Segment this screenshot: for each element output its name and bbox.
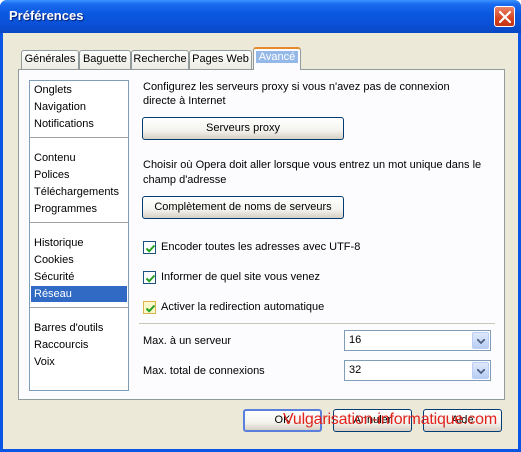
nav-item-reseau[interactable]: Réseau [31,286,127,302]
dropdown-button[interactable] [472,362,489,379]
nav-item-raccourcis[interactable]: Raccourcis [31,337,127,353]
proxy-description-line-1: Configurez les serveurs proxy si vous n'… [143,81,450,93]
nav-item-barres-outils[interactable]: Barres d'outils [31,320,127,336]
checkmark-icon [145,244,156,253]
window-title: Préférences [9,8,84,23]
checkbox-label: Activer la redirection automatique [161,301,325,313]
category-list: Onglets Navigation Notifications Contenu… [29,80,129,391]
nav-item-voix[interactable]: Voix [31,354,127,370]
max-per-server-select[interactable]: 16 [344,330,491,351]
network-settings: Configurez les serveurs proxy si vous n'… [139,70,499,399]
nav-separator [30,137,128,138]
select-value: 16 [349,334,362,346]
proxy-servers-button[interactable]: Serveurs proxy [142,117,344,140]
title-bar[interactable]: Préférences [0,0,521,33]
tab-panel: Onglets Navigation Notifications Contenu… [18,69,505,400]
chevron-down-icon [477,339,485,344]
preferences-window: Préférences Générales Baguette Recherche… [0,0,521,452]
max-total-connections-select[interactable]: 32 [344,360,491,381]
nav-item-telechargements[interactable]: Téléchargements [31,184,127,200]
nav-item-notifications[interactable]: Notifications [31,116,127,132]
tab-avance-label: Avancé [255,51,299,63]
nav-separator [30,222,128,223]
select-value: 32 [349,364,362,376]
nav-item-polices[interactable]: Polices [31,167,127,183]
checkmark-icon [145,304,156,313]
nav-separator [30,307,128,308]
watermark: Vulgarisation-informatique.com [283,411,497,428]
section-divider [139,323,495,324]
checkbox-box[interactable] [143,301,156,314]
completion-description-line-2: champ d'adresse [143,174,227,186]
close-icon [499,11,511,23]
checkbox-label: Encoder toutes les adresses avec UTF-8 [161,241,361,253]
nav-item-historique[interactable]: Historique [31,235,127,251]
nav-item-navigation[interactable]: Navigation [31,99,127,115]
proxy-description-line-2: directe à Internet [143,95,226,107]
close-button[interactable] [494,6,515,27]
chevron-down-icon [477,369,485,374]
nav-item-cookies[interactable]: Cookies [31,252,127,268]
nav-item-onglets[interactable]: Onglets [31,82,127,98]
checkbox-box[interactable] [143,241,156,254]
tab-baguette[interactable]: Baguette [79,50,131,69]
server-name-completion-button[interactable]: Complètement de noms de serveurs [142,196,344,219]
checkmark-icon [145,274,156,283]
dropdown-button[interactable] [472,332,489,349]
tab-avance[interactable]: Avancé [253,47,301,70]
nav-item-contenu[interactable]: Contenu [31,150,127,166]
nav-item-programmes[interactable]: Programmes [31,201,127,217]
dialog-body: Générales Baguette Recherche Pages Web A… [3,33,518,449]
checkbox-label: Informer de quel site vous venez [161,271,320,283]
nav-item-securite[interactable]: Sécurité [31,269,127,285]
tab-generales[interactable]: Générales [21,50,79,69]
max-total-connections-label: Max. total de connexions [143,365,265,377]
tab-pages-web[interactable]: Pages Web [189,50,252,69]
tab-recherche[interactable]: Recherche [131,50,189,69]
completion-description-line-1: Choisir où Opera doit aller lorsque vous… [143,159,482,171]
checkbox-box[interactable] [143,271,156,284]
max-per-server-label: Max. à un serveur [143,335,232,347]
